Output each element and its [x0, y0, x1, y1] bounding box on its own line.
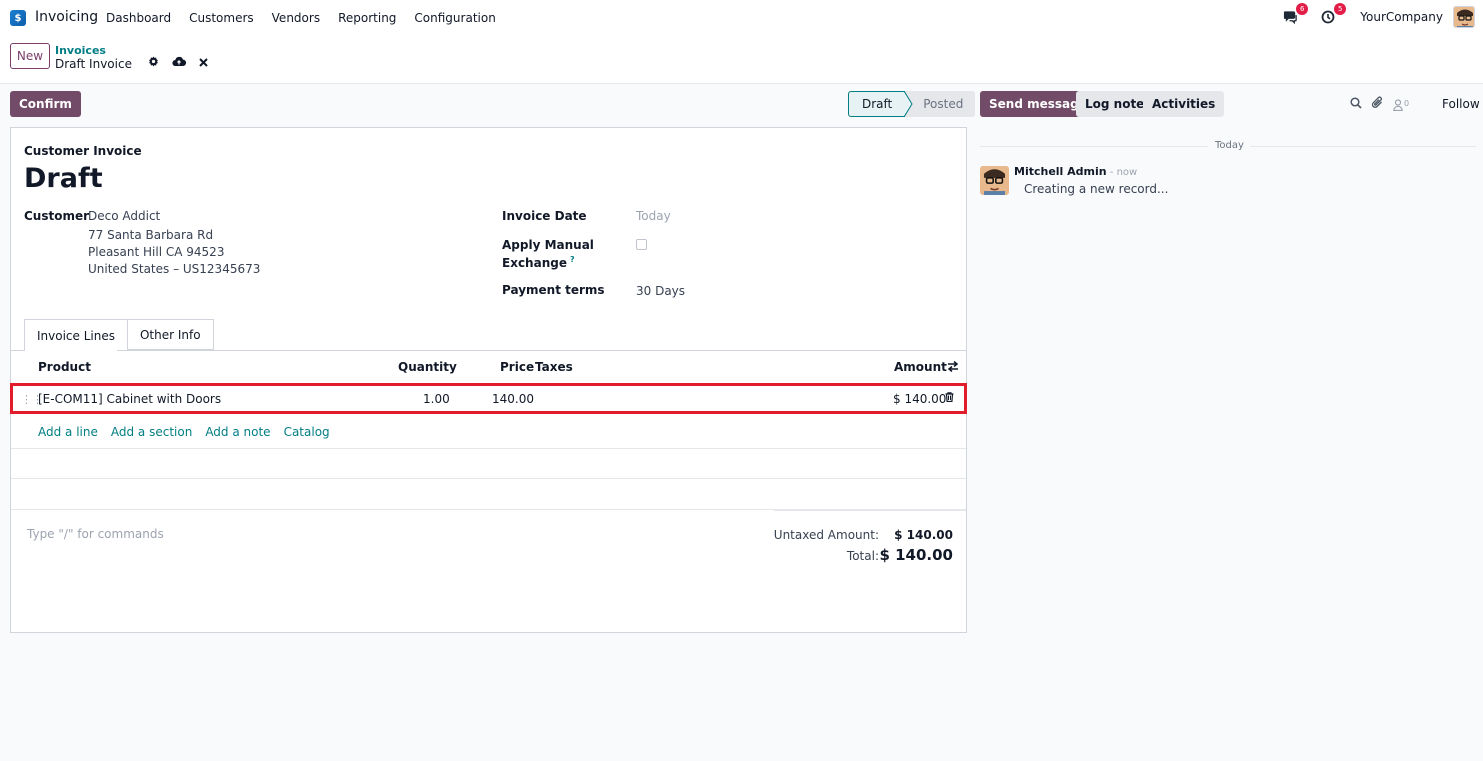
menu-vendors[interactable]: Vendors — [272, 11, 320, 25]
menu-dashboard[interactable]: Dashboard — [106, 11, 171, 25]
message-time: - now — [1106, 167, 1138, 178]
record-actions — [148, 56, 208, 70]
status-draft[interactable]: Draft — [848, 91, 913, 117]
narration-input[interactable]: Type "/" for commands — [27, 527, 164, 541]
tab-invoice-lines[interactable]: Invoice Lines — [24, 319, 128, 351]
untaxed-amount-label: Untaxed Amount: — [773, 528, 879, 542]
invoice-date-label: Invoice Date — [502, 209, 587, 223]
navbar-right: 6 5 YourCompany — [1280, 3, 1475, 28]
customer-address-line3: United States – US12345673 — [88, 262, 261, 276]
tab-invoice-lines-label: Invoice Lines — [37, 328, 115, 343]
app-name[interactable]: Invoicing — [35, 9, 98, 25]
date-separator: Today — [1215, 140, 1244, 151]
apply-exchange-label-2-text: Exchange — [502, 256, 567, 270]
tab-divider — [117, 350, 966, 351]
add-line-links: Add a line Add a section Add a note Cata… — [38, 425, 330, 439]
row-divider — [11, 478, 966, 479]
add-a-section-link[interactable]: Add a section — [111, 425, 192, 439]
total-value: $ 140.00 — [879, 546, 953, 564]
confirm-button[interactable]: Confirm — [10, 91, 81, 117]
document-type: Customer Invoice — [24, 144, 142, 158]
tab-divider-left — [11, 350, 24, 351]
message-author: Mitchell Admin - now — [1014, 165, 1137, 178]
apply-exchange-label-1: Apply Manual — [502, 238, 594, 252]
menu-configuration[interactable]: Configuration — [414, 11, 495, 25]
add-a-line-link[interactable]: Add a line — [38, 425, 98, 439]
user-avatar[interactable] — [1453, 6, 1475, 28]
column-taxes[interactable]: Taxes — [535, 360, 573, 374]
page-title: Draft — [24, 163, 103, 194]
activity-clock-icon[interactable]: 5 — [1318, 3, 1347, 27]
control-panel: New Invoices Draft Invoice — [0, 36, 1483, 84]
apply-exchange-label-2: Exchange? — [502, 255, 575, 270]
paperclip-icon[interactable] — [1371, 96, 1384, 113]
menu-reporting[interactable]: Reporting — [338, 11, 396, 25]
line-product[interactable]: [E-COM11] Cabinet with Doors — [38, 392, 221, 406]
help-tooltip-icon[interactable]: ? — [570, 255, 575, 264]
customer-address-line2: Pleasant Hill CA 94523 — [88, 245, 225, 259]
customer-field[interactable]: Deco Addict — [88, 209, 160, 223]
payment-terms-field[interactable]: 30 Days — [636, 284, 685, 298]
message-body: Creating a new record... — [1024, 182, 1169, 196]
breadcrumb-current-label: Draft Invoice — [55, 57, 132, 71]
breadcrumb-invoices[interactable]: Invoices — [55, 44, 106, 57]
line-quantity[interactable]: 1.00 — [423, 392, 450, 406]
notebook-tabs: Invoice Lines Other Info — [24, 319, 214, 351]
log-note-button[interactable]: Log note — [1076, 91, 1154, 117]
breadcrumb-current: Draft Invoice — [55, 57, 132, 71]
invoice-form-sheet: Customer Invoice Draft Customer Deco Add… — [10, 127, 967, 633]
activities-button[interactable]: Activities — [1143, 91, 1225, 117]
chatter-toolbar: 0 — [1350, 96, 1409, 113]
column-product[interactable]: Product — [38, 360, 91, 374]
add-a-note-link[interactable]: Add a note — [205, 425, 270, 439]
trash-icon[interactable] — [945, 392, 954, 405]
followers-count: 0 — [1404, 98, 1410, 108]
apply-manual-exchange-checkbox[interactable] — [636, 239, 647, 250]
message-author-name[interactable]: Mitchell Admin — [1014, 165, 1107, 178]
search-icon[interactable] — [1350, 96, 1362, 113]
new-button[interactable]: New — [10, 43, 50, 69]
messages-badge: 6 — [1296, 3, 1309, 15]
status-bar: Draft Posted — [848, 91, 976, 117]
follow-button[interactable]: Follow — [1442, 97, 1480, 111]
activities-badge: 5 — [1334, 3, 1347, 15]
company-switcher[interactable]: YourCompany — [1360, 10, 1443, 24]
status-posted[interactable]: Posted — [905, 91, 976, 117]
line-price[interactable]: 140.00 — [492, 392, 534, 406]
line-amount: $ 140.00 — [893, 392, 947, 406]
totals-divider — [774, 510, 966, 511]
messaging-icon[interactable]: 6 — [1280, 3, 1309, 27]
discard-close-icon[interactable] — [199, 56, 208, 70]
tab-other-info[interactable]: Other Info — [127, 319, 214, 350]
date-separator-line — [1250, 146, 1476, 147]
optional-columns-toggle-icon[interactable] — [947, 360, 959, 375]
status-posted-label: Posted — [923, 97, 964, 111]
catalog-link[interactable]: Catalog — [284, 425, 330, 439]
tab-other-info-label: Other Info — [139, 327, 201, 342]
save-cloud-icon[interactable] — [172, 56, 187, 70]
menu-customers[interactable]: Customers — [189, 11, 254, 25]
row-divider — [11, 448, 966, 449]
main-menu: Dashboard Customers Vendors Reporting Co… — [106, 11, 514, 25]
invoicing-app-icon[interactable]: $ — [10, 10, 26, 26]
date-separator-line — [980, 146, 1208, 147]
customer-address-line1: 77 Santa Barbara Rd — [88, 228, 214, 242]
payment-terms-label: Payment terms — [502, 283, 605, 297]
gear-icon[interactable] — [148, 56, 159, 70]
column-amount[interactable]: Amount — [894, 360, 947, 374]
invoice-date-field[interactable]: Today — [636, 209, 671, 223]
top-navbar: $ Invoicing Dashboard Customers Vendors … — [0, 0, 1483, 36]
customer-label: Customer — [24, 209, 90, 223]
status-draft-label: Draft — [862, 97, 893, 111]
message-author-avatar[interactable] — [980, 166, 1009, 195]
untaxed-amount-value: $ 140.00 — [894, 528, 953, 542]
followers-icon[interactable]: 0 — [1393, 99, 1409, 111]
column-quantity[interactable]: Quantity — [398, 360, 457, 374]
column-price[interactable]: Price — [500, 360, 534, 374]
